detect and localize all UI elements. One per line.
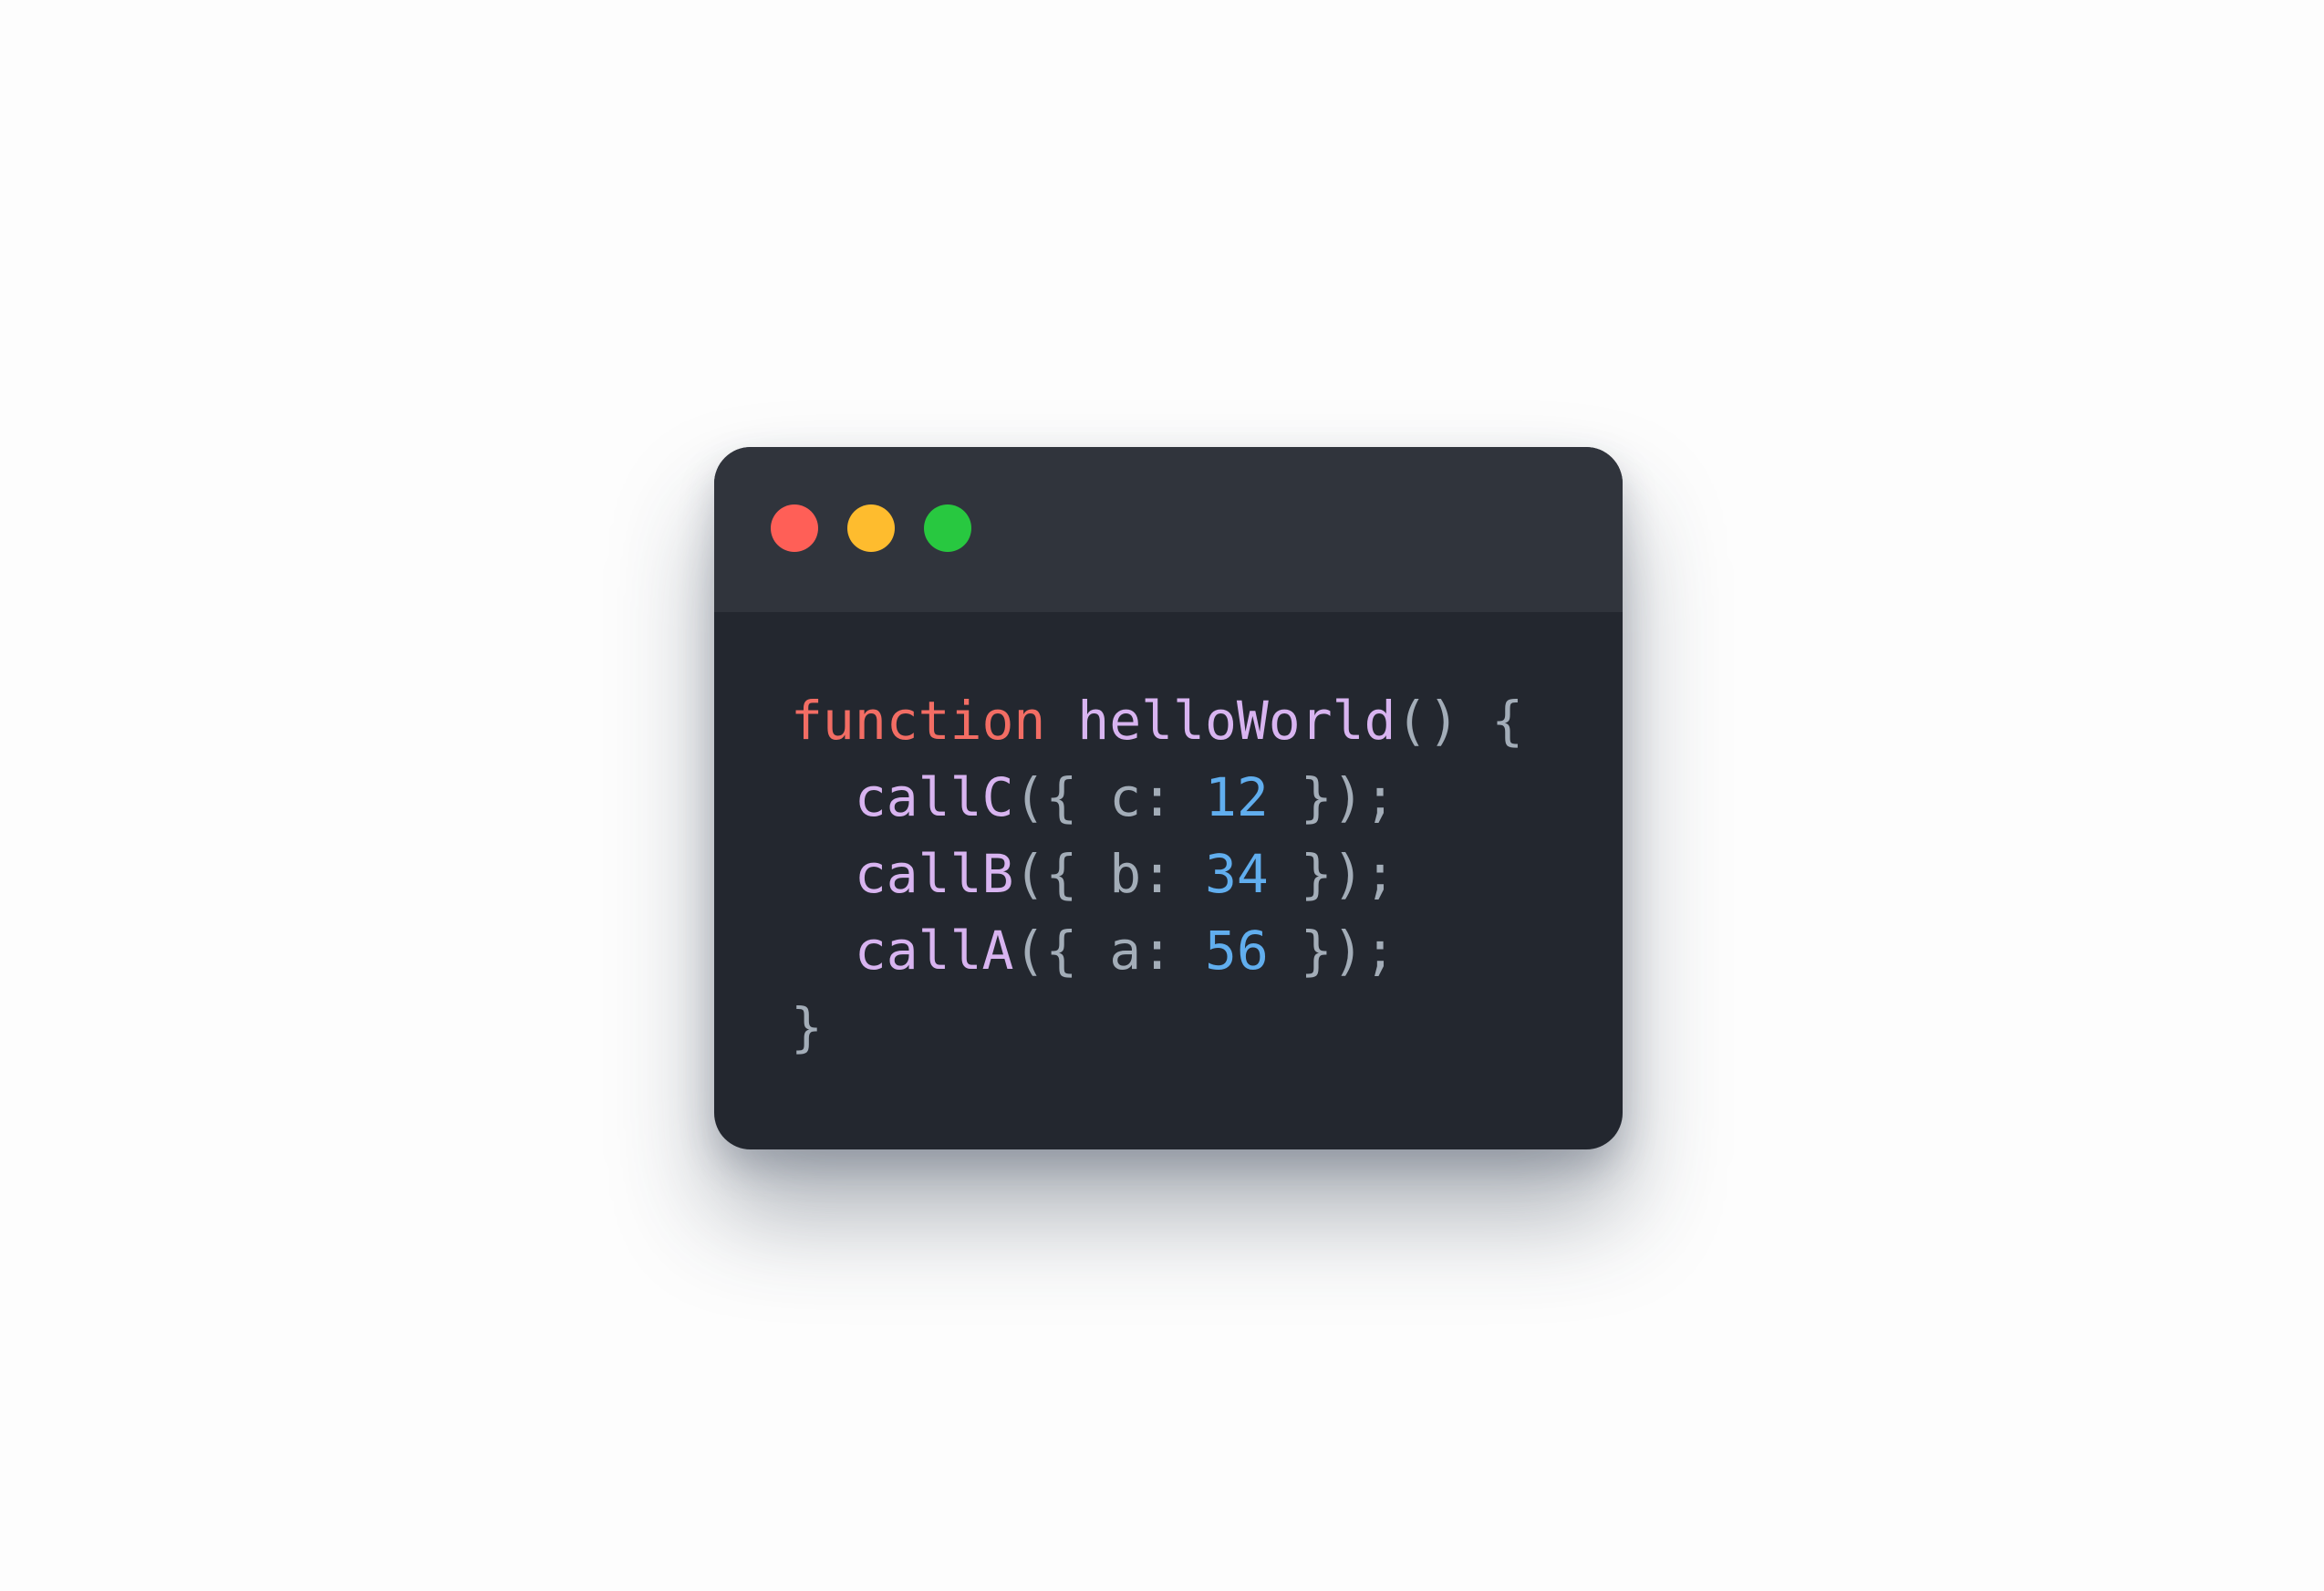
code-token-number: 34 [1204, 843, 1269, 905]
code-token-punctuation: ({ b: [1013, 843, 1205, 905]
code-line: callC({ c: 12 }); [791, 759, 1523, 836]
code-token-punctuation: () { [1395, 690, 1524, 752]
code-token-punctuation [791, 766, 855, 828]
code-token-function-name: callB [854, 843, 1014, 905]
maximize-window-icon[interactable] [924, 504, 971, 552]
close-window-icon[interactable] [771, 504, 818, 552]
code-token-function-name: helloWorld [1077, 690, 1396, 752]
code-token-punctuation: ({ c: [1013, 766, 1205, 828]
code-line: callB({ b: 34 }); [791, 836, 1523, 912]
code-token-punctuation: ({ a: [1013, 920, 1205, 982]
window-titlebar [714, 447, 1623, 612]
code-token-function-name: callC [854, 766, 1014, 828]
code-token-punctuation [791, 920, 855, 982]
code-token-punctuation: }); [1268, 766, 1396, 828]
code-line: } [791, 989, 1523, 1066]
minimize-window-icon[interactable] [847, 504, 895, 552]
code-token-number: 12 [1204, 766, 1269, 828]
code-token-punctuation: } [791, 996, 823, 1058]
code-token-punctuation [791, 843, 855, 905]
code-block: function helloWorld() { callC({ c: 12 })… [791, 682, 1523, 1066]
code-token-keyword: function [791, 690, 1046, 752]
code-token-function-name: callA [854, 920, 1014, 982]
code-line: callA({ a: 56 }); [791, 912, 1523, 989]
code-token-punctuation: }); [1268, 843, 1396, 905]
code-token-punctuation [1045, 690, 1077, 752]
code-token-punctuation: }); [1268, 920, 1396, 982]
code-line: function helloWorld() { [791, 682, 1523, 759]
code-token-number: 56 [1204, 920, 1269, 982]
code-window: function helloWorld() { callC({ c: 12 })… [714, 447, 1623, 1149]
